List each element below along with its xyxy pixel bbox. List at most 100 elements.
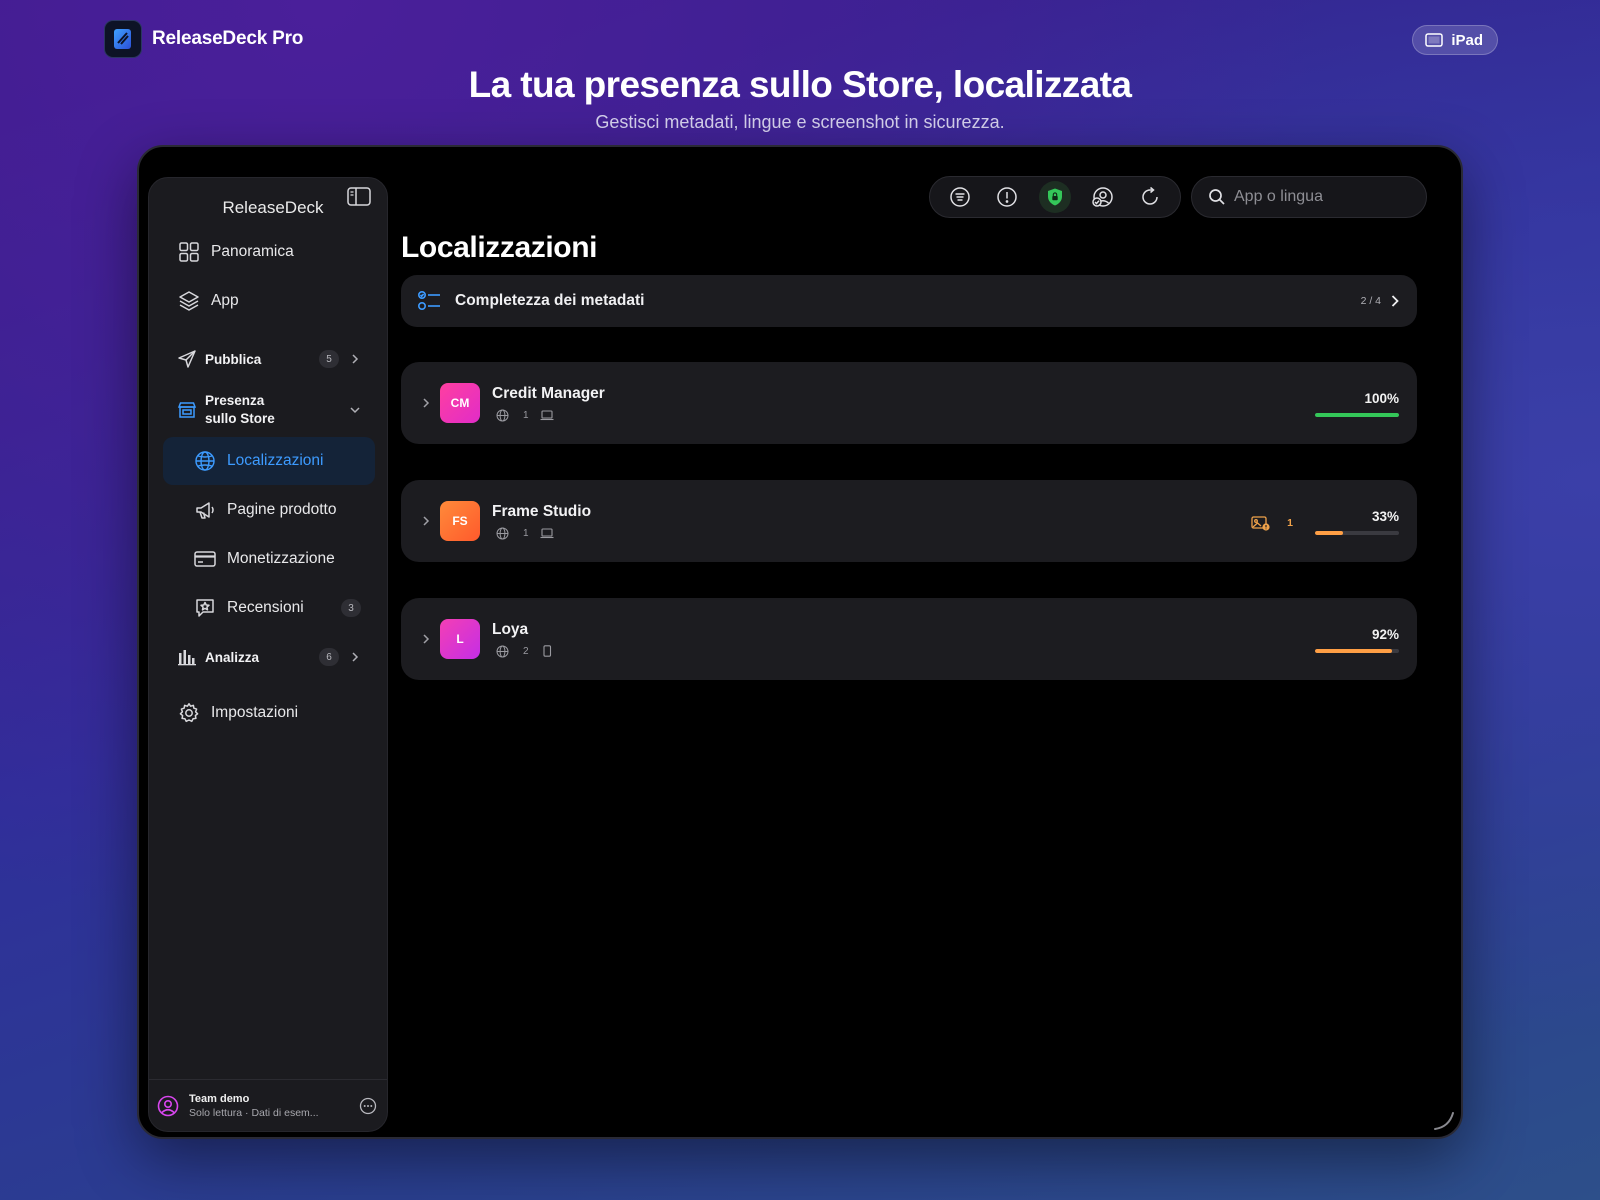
app-icon: FS: [440, 501, 480, 541]
ipad-icon: [1425, 33, 1444, 47]
app-row-loya[interactable]: L Loya 2 92%: [401, 598, 1417, 680]
paper-plane-icon: [175, 347, 199, 371]
security-button[interactable]: [1038, 181, 1071, 213]
chevron-right-icon: [423, 398, 430, 408]
sidebar-item-impostazioni[interactable]: Impostazioni: [163, 691, 375, 735]
app-row-frame-studio[interactable]: FS Frame Studio 1 1 33%: [401, 480, 1417, 562]
completion-percent: 100%: [1364, 391, 1399, 406]
completion-bar: [1315, 649, 1399, 653]
team-avatar-icon: [157, 1095, 179, 1117]
app-icon: L: [440, 619, 480, 659]
completion-bar-fill: [1315, 531, 1343, 535]
completion-percent: 92%: [1371, 627, 1399, 642]
issues-button[interactable]: [991, 181, 1023, 213]
brand: ReleaseDeck Pro: [104, 20, 303, 58]
app-meta: 1: [496, 526, 554, 540]
brand-name: ReleaseDeck Pro: [152, 28, 304, 49]
filter-button[interactable]: [944, 181, 976, 213]
hero-subline: Gestisci metadati, lingue e screenshot i…: [595, 112, 1005, 132]
shield-lock-icon: [1047, 188, 1062, 206]
sidebar-item-localizzazioni[interactable]: Localizzazioni: [163, 437, 375, 485]
bar-chart-icon: [175, 645, 199, 669]
phone-icon: [543, 645, 551, 657]
globe-icon: [496, 645, 509, 657]
globe-icon: [496, 527, 509, 539]
sidebar-item-presenza-store[interactable]: Presenza sullo Store: [163, 384, 375, 436]
sidebar-item-label: Recensioni: [227, 599, 304, 616]
app-name: Frame Studio: [492, 503, 592, 520]
resize-corner-icon: [1434, 1112, 1454, 1130]
app-logo-icon: [104, 20, 142, 58]
sidebar-item-label: Localizzazioni: [227, 452, 324, 469]
refresh-icon: [1142, 186, 1158, 205]
sidebar-item-label: App: [211, 292, 239, 309]
sidebar-title: ReleaseDeck: [222, 198, 324, 217]
ellipsis-circle-icon: [359, 1097, 377, 1114]
refresh-button[interactable]: [1134, 181, 1166, 213]
chevron-right-icon: [423, 516, 430, 526]
chevron-right-icon: [352, 652, 359, 662]
search-input[interactable]: [1234, 188, 1414, 206]
globe-icon: [496, 409, 509, 421]
grid-icon: [177, 240, 201, 264]
label-line-1: Presenza: [205, 393, 265, 408]
sidebar-item-monetizzazione[interactable]: Monetizzazione: [163, 537, 375, 581]
count-badge: 6: [319, 648, 339, 666]
team-name: Team demo: [189, 1092, 250, 1105]
laptop-icon: [540, 528, 554, 539]
search-icon: [1209, 189, 1225, 205]
language-count: 1: [523, 527, 529, 539]
sidebar-item-label: Pagine prodotto: [227, 501, 337, 518]
app-name: Loya: [492, 621, 529, 638]
app-name: Credit Manager: [492, 385, 605, 402]
sidebar-item-label: Panoramica: [211, 243, 294, 260]
app-row-credit-manager[interactable]: CM Credit Manager 1 100%: [401, 362, 1417, 444]
sidebar-item-label: Analizza: [205, 649, 260, 665]
account-button[interactable]: [1087, 181, 1119, 213]
globe-icon: [193, 449, 217, 473]
chevron-right-icon: [1391, 295, 1399, 307]
device-pill-label: iPad: [1451, 31, 1483, 49]
screenshot-warning[interactable]: 1: [1251, 515, 1293, 531]
sidebar-item-label: Pubblica: [205, 351, 262, 367]
sidebar-item-label: Impostazioni: [211, 704, 299, 721]
megaphone-icon: [193, 498, 217, 522]
warning-count: 1: [1287, 517, 1293, 529]
checklist-icon: [417, 290, 440, 311]
sidebar-item-pagine-prodotto[interactable]: Pagine prodotto: [163, 488, 375, 532]
ipad-frame: ReleaseDeck Panoramica App Pubblica 5 Pr…: [137, 145, 1463, 1139]
sidebar-item-panoramica[interactable]: Panoramica: [163, 230, 375, 274]
language-count: 1: [523, 409, 529, 421]
sidebar-footer: Team demo Solo lettura · Dati di esem...: [149, 1079, 387, 1131]
completion-bar: [1315, 531, 1399, 535]
review-star-icon: [193, 596, 217, 620]
sidebar-item-label: Monetizzazione: [227, 550, 335, 567]
sidebar-item-recensioni[interactable]: Recensioni 3: [163, 586, 375, 630]
team-subtitle: Solo lettura · Dati di esem...: [189, 1106, 319, 1119]
search-field[interactable]: [1191, 176, 1427, 218]
chevron-right-icon: [352, 354, 359, 364]
label-line-2: sullo Store: [205, 411, 275, 426]
metadata-completeness-row[interactable]: Completezza dei metadati 2 / 4: [401, 275, 1417, 327]
count-badge: 3: [341, 599, 361, 617]
app-meta: 2: [496, 644, 554, 658]
sidebar-item-pubblica[interactable]: Pubblica 5: [163, 337, 375, 381]
more-options-button[interactable]: [359, 1097, 377, 1115]
sidebar-item-app[interactable]: App: [163, 279, 375, 323]
hero-headline: La tua presenza sullo Store, localizzata: [468, 64, 1132, 105]
toolbar: [929, 176, 1181, 218]
sidebar-item-analizza[interactable]: Analizza 6: [163, 635, 375, 679]
gear-icon: [177, 701, 201, 725]
app-icon: CM: [440, 383, 480, 423]
image-warning-icon: [1251, 516, 1270, 531]
sidebar-toggle-button[interactable]: [347, 187, 371, 206]
sidebar: ReleaseDeck Panoramica App Pubblica 5 Pr…: [148, 177, 388, 1132]
device-selector-button[interactable]: iPad: [1412, 25, 1498, 55]
page-title: Localizzazioni: [401, 231, 598, 264]
chevron-right-icon: [423, 634, 430, 644]
team-info: Team demo Solo lettura · Dati di esem...: [189, 1093, 319, 1119]
person-check-icon: [1091, 187, 1113, 207]
filter-lines-icon: [950, 187, 970, 207]
language-count: 2: [523, 645, 529, 657]
count-badge: 5: [319, 350, 339, 368]
